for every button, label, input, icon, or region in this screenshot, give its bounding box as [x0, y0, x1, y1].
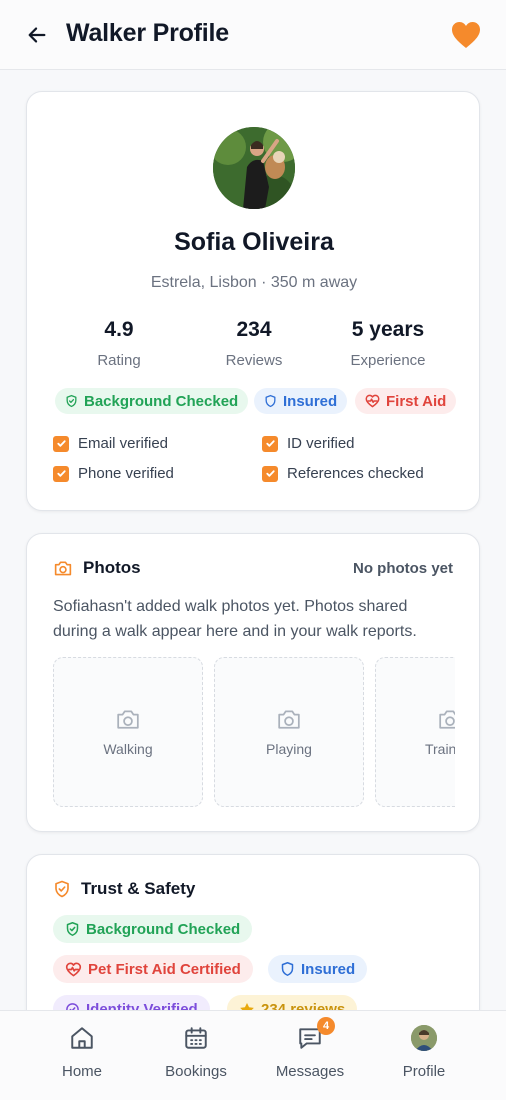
trust-badge-first-aid: Pet First Aid Certified	[53, 955, 253, 983]
verification-references: References checked	[262, 465, 424, 482]
stat-experience: 5 years Experience	[323, 318, 453, 369]
nav-bookings[interactable]: Bookings	[141, 1023, 251, 1080]
heart-icon	[452, 22, 480, 48]
checkbox-checked-icon	[53, 465, 69, 482]
verification-label: Phone verified	[78, 465, 174, 482]
badge-first-aid: First Aid	[355, 388, 457, 414]
verification-phone: Phone verified	[53, 465, 174, 482]
verification-id: ID verified	[262, 435, 355, 452]
checkbox-checked-icon	[262, 435, 278, 452]
favorite-button[interactable]	[450, 20, 482, 50]
camera-icon	[54, 561, 72, 576]
shield-check-icon	[66, 394, 77, 408]
shield-icon	[265, 394, 276, 408]
nav-label: Profile	[402, 1063, 446, 1080]
badge-label: Insured	[301, 960, 356, 978]
stat-reviews: 234 Reviews	[189, 318, 319, 369]
badge-label: Pet First Aid Certified	[88, 960, 241, 978]
verification-label: ID verified	[287, 435, 355, 452]
camera-icon	[278, 710, 300, 729]
section-title: Trust & Safety	[81, 879, 196, 898]
nav-label: Home	[61, 1063, 102, 1080]
checkbox-checked-icon	[262, 465, 278, 482]
camera-icon	[117, 710, 139, 729]
stat-rating: 4.9 Rating	[54, 318, 184, 369]
photo-label: Playing	[266, 741, 312, 757]
badge-background-checked: Background Checked	[55, 388, 249, 414]
verification-label: References checked	[287, 465, 424, 482]
photo-placeholder-training: Training	[375, 657, 455, 807]
shield-icon	[281, 962, 294, 976]
home-icon	[71, 1027, 93, 1049]
photos-description: Sofiahasn't added walk photos yet. Photo…	[53, 598, 417, 640]
shield-check-icon	[55, 880, 69, 898]
nav-label: Messages	[275, 1063, 345, 1080]
walker-avatar	[213, 127, 295, 209]
avatar	[411, 1025, 437, 1051]
verification-label: Email verified	[78, 435, 169, 452]
camera-icon	[439, 710, 455, 729]
stat-value: 234	[236, 318, 272, 341]
nav-profile[interactable]: Profile	[369, 1023, 479, 1080]
arrow-left-icon	[28, 27, 46, 43]
photos-status: No photos yet	[353, 560, 453, 577]
photos-header: Photos	[53, 558, 141, 578]
unread-badge: 4	[317, 1017, 335, 1035]
page-title: Walker Profile	[66, 19, 229, 47]
shield-check-icon	[66, 922, 79, 936]
heart-pulse-icon	[365, 394, 380, 408]
trust-header: Trust & Safety	[53, 879, 195, 899]
calendar-icon	[185, 1027, 207, 1049]
stat-label: Experience	[350, 352, 426, 369]
checkbox-checked-icon	[53, 435, 69, 452]
badge-label: First Aid	[386, 392, 447, 410]
trust-badge-background-checked: Background Checked	[53, 915, 253, 943]
stat-value: 5 years	[351, 318, 425, 341]
nav-home[interactable]: Home	[27, 1023, 137, 1080]
section-title: Photos	[83, 558, 141, 577]
trust-badge-insured: Insured	[268, 955, 368, 983]
photo-label: Walking	[103, 741, 153, 757]
nav-messages[interactable]: 4 Messages	[255, 1017, 365, 1080]
photo-label: Training	[424, 741, 455, 757]
stat-value: 4.9	[104, 318, 134, 341]
app-header: Walker Profile	[0, 0, 506, 70]
photo-placeholder-walking: Walking	[53, 657, 203, 807]
bottom-nav: Home Bookings 4 Messages Profile	[0, 1010, 506, 1100]
heart-pulse-icon	[65, 962, 82, 976]
photo-strip[interactable]: Walking Playing Training	[53, 657, 455, 807]
nav-label: Bookings	[165, 1063, 227, 1080]
badge-label: Background Checked	[86, 920, 241, 938]
photos-card: Photos No photos yet Sofiahasn't added w…	[26, 533, 480, 832]
badge-label: Background Checked	[84, 392, 239, 410]
badge-label: Insured	[283, 392, 338, 410]
stat-label: Reviews	[225, 352, 283, 369]
walker-location: Estrela, Lisbon · 350 m away	[150, 274, 358, 291]
photo-placeholder-playing: Playing	[214, 657, 364, 807]
back-button[interactable]	[24, 22, 50, 48]
badge-insured: Insured	[254, 388, 348, 414]
stat-label: Rating	[97, 352, 141, 369]
verification-email: Email verified	[53, 435, 168, 452]
profile-card: Sofia Oliveira Estrela, Lisbon · 350 m a…	[26, 91, 480, 511]
walker-name: Sofia Oliveira	[174, 228, 334, 256]
